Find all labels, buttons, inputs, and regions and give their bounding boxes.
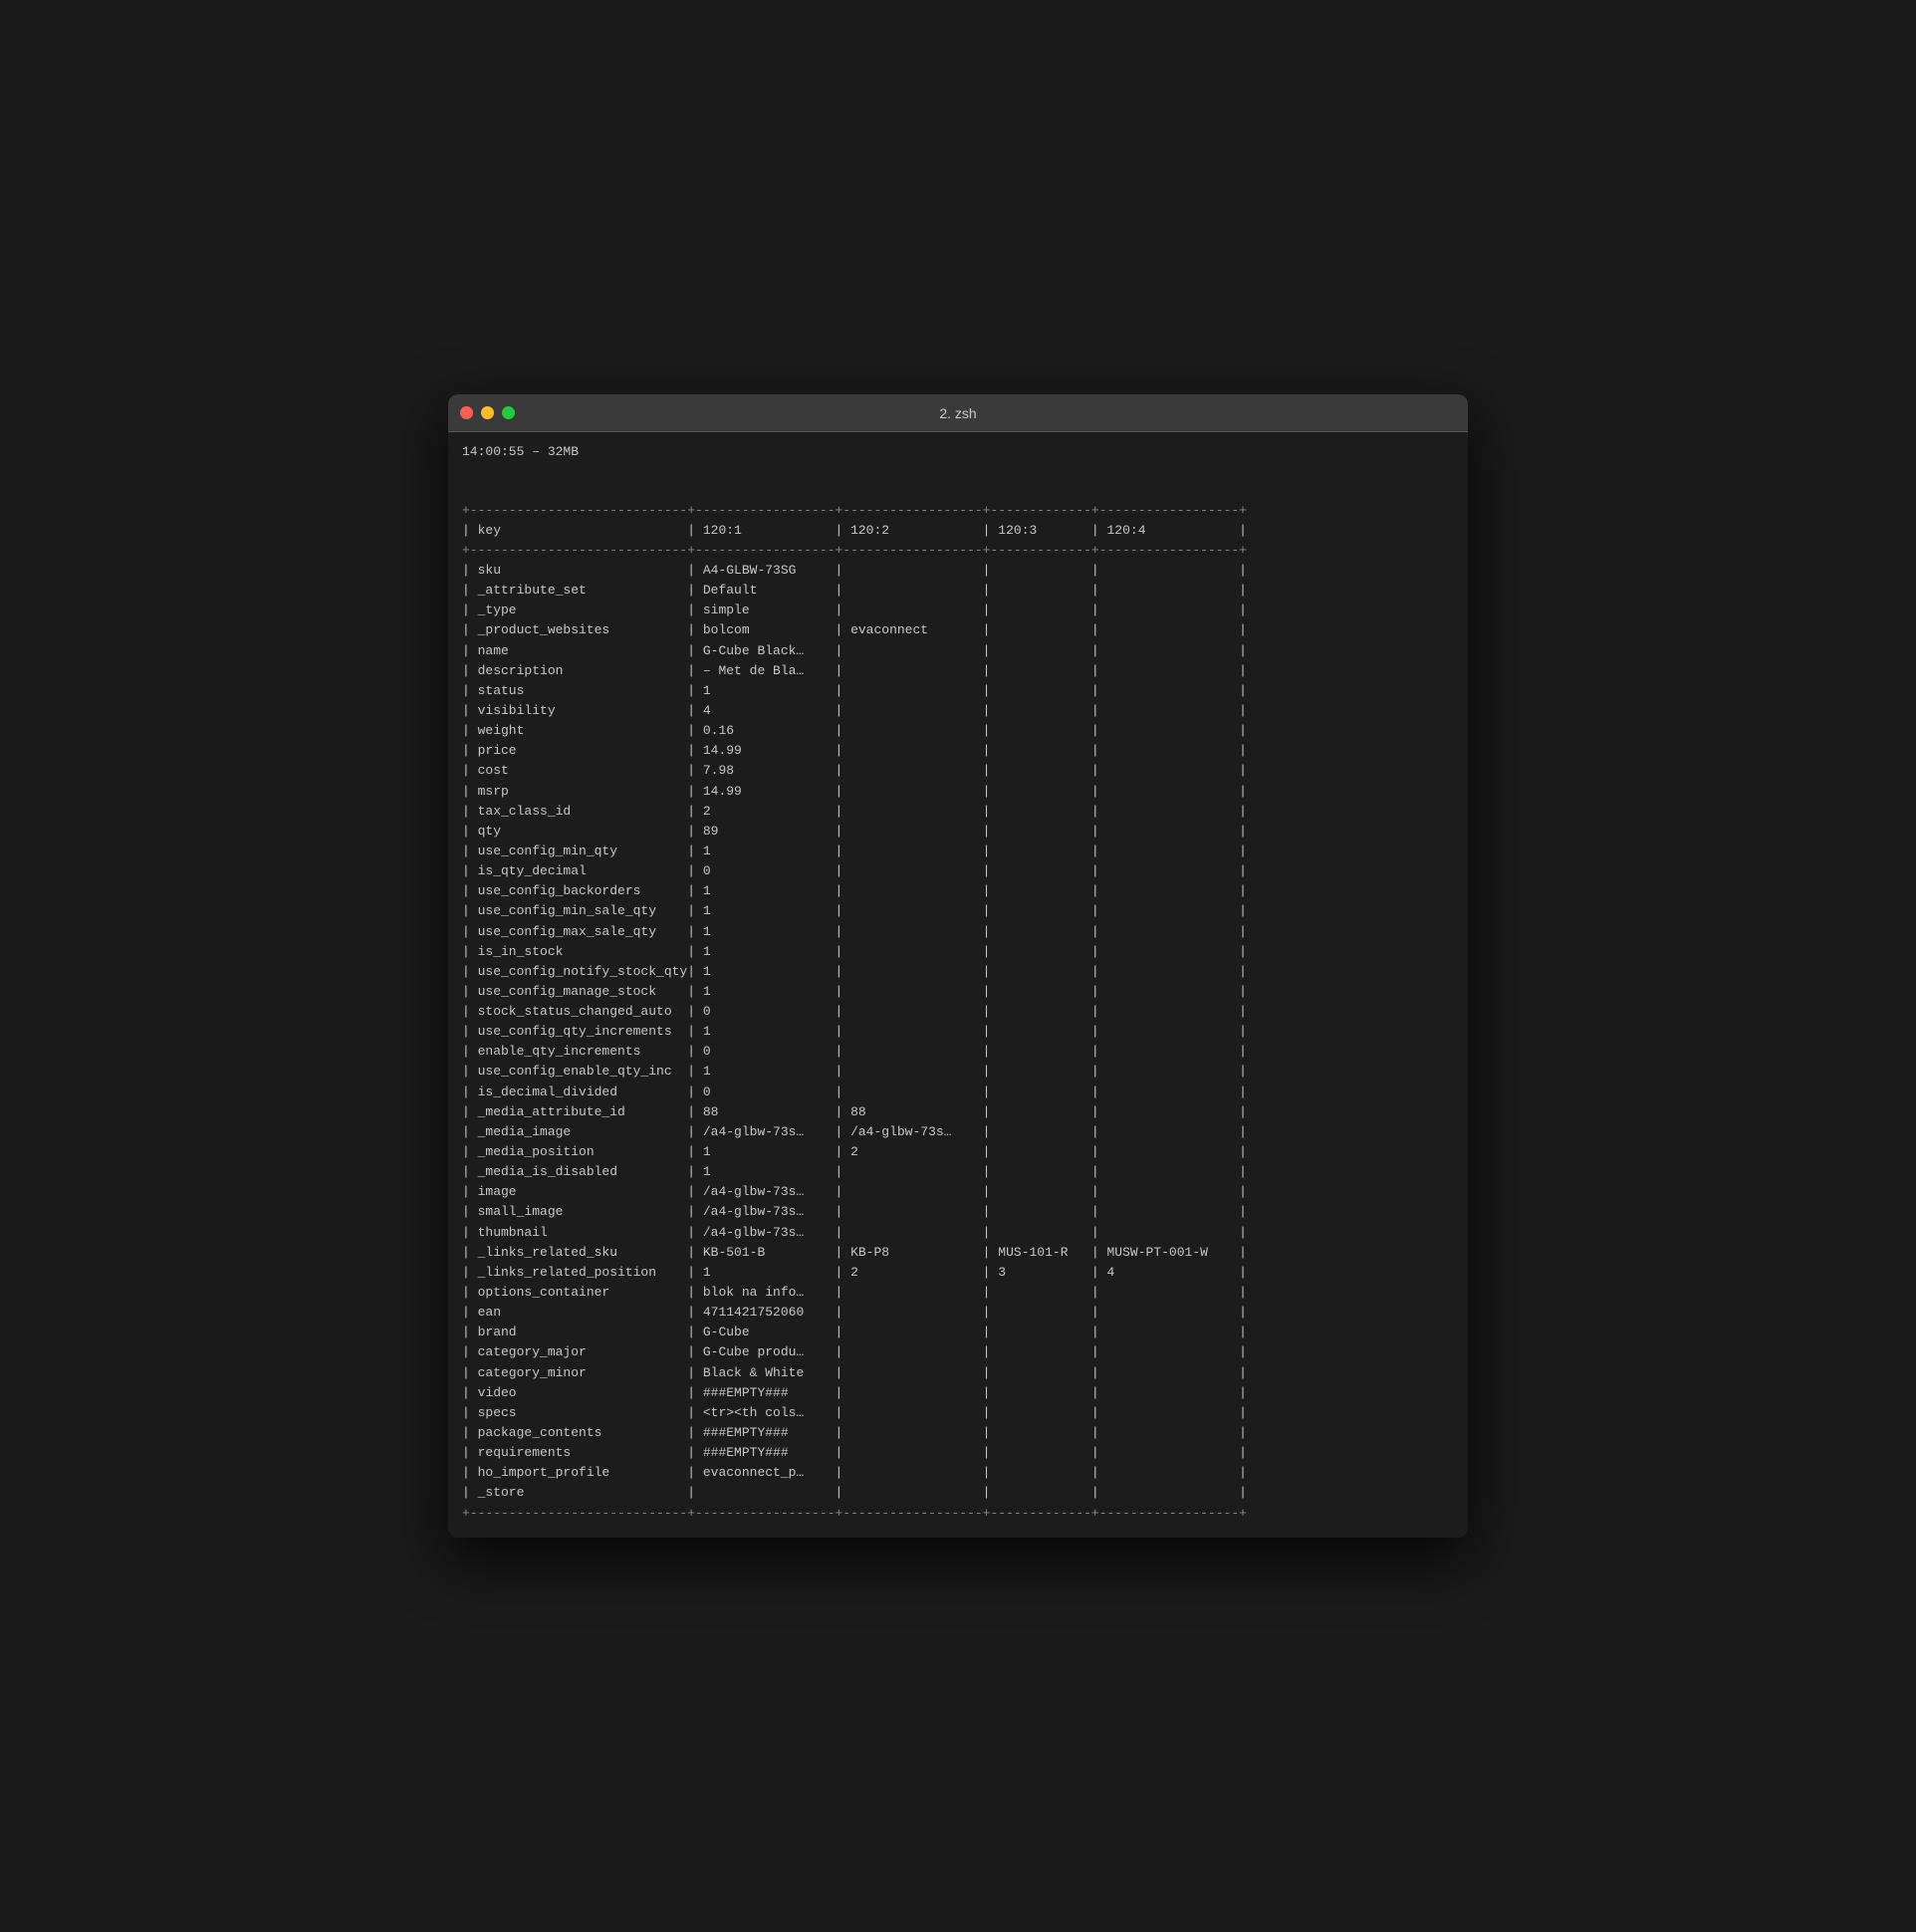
table-line: | use_config_min_sale_qty | 1 | | | | — [462, 901, 1454, 921]
table-line: | _attribute_set | Default | | | | — [462, 581, 1454, 601]
table-line: | sku | A4-GLBW-73SG | | | | — [462, 561, 1454, 581]
table-line: | _type | simple | | | | — [462, 601, 1454, 620]
table-line: | ean | 4711421752060 | | | | — [462, 1303, 1454, 1323]
table-line: +----------------------------+----------… — [462, 1504, 1454, 1524]
table-line: | use_config_manage_stock | 1 | | | | — [462, 982, 1454, 1002]
table-line: +----------------------------+----------… — [462, 541, 1454, 561]
minimize-button[interactable] — [481, 406, 494, 419]
table-line: | _product_websites | bolcom | evaconnec… — [462, 620, 1454, 640]
table-line: | _links_related_sku | KB-501-B | KB-P8 … — [462, 1243, 1454, 1263]
table-line: | use_config_notify_stock_qty| 1 | | | | — [462, 962, 1454, 982]
table-line: | options_container | blok na info… | | … — [462, 1283, 1454, 1303]
table-line: | qty | 89 | | | | — [462, 822, 1454, 842]
table-line: | thumbnail | /a4-glbw-73s… | | | | — [462, 1223, 1454, 1243]
table-line: | use_config_max_sale_qty | 1 | | | | — [462, 922, 1454, 942]
table-line: | video | ###EMPTY### | | | | — [462, 1383, 1454, 1403]
table-line: | msrp | 14.99 | | | | — [462, 782, 1454, 802]
table-line: | use_config_qty_increments | 1 | | | | — [462, 1022, 1454, 1042]
table-line: | _media_is_disabled | 1 | | | | — [462, 1162, 1454, 1182]
table-line: | specs | <tr><th cols… | | | | — [462, 1403, 1454, 1423]
window-title: 2. zsh — [939, 405, 976, 421]
table-line: | _media_position | 1 | 2 | | | — [462, 1142, 1454, 1162]
table-line: +----------------------------+----------… — [462, 501, 1454, 521]
table-line: | image | /a4-glbw-73s… | | | | — [462, 1182, 1454, 1202]
table-line: | visibility | 4 | | | | — [462, 701, 1454, 721]
table-line: | use_config_enable_qty_inc | 1 | | | | — [462, 1062, 1454, 1082]
terminal-body: 14:00:55 – 32MB +-----------------------… — [448, 432, 1468, 1537]
table-line: | description | – Met de Bla… | | | | — [462, 661, 1454, 681]
table-line: | ho_import_profile | evaconnect_p… | | … — [462, 1463, 1454, 1483]
table-line: | use_config_min_qty | 1 | | | | — [462, 842, 1454, 861]
status-line: 14:00:55 – 32MB — [462, 444, 579, 459]
table-line: | category_major | G-Cube produ… | | | | — [462, 1342, 1454, 1362]
table-line: | package_contents | ###EMPTY### | | | | — [462, 1423, 1454, 1443]
maximize-button[interactable] — [502, 406, 515, 419]
table-line: | stock_status_changed_auto | 0 | | | | — [462, 1002, 1454, 1022]
titlebar: 2. zsh — [448, 394, 1468, 432]
table-container: +----------------------------+----------… — [462, 460, 1454, 1523]
table-line: | status | 1 | | | | — [462, 681, 1454, 701]
table-line: | name | G-Cube Black… | | | | — [462, 641, 1454, 661]
traffic-lights[interactable] — [460, 406, 515, 419]
table-line: | is_decimal_divided | 0 | | | | — [462, 1083, 1454, 1102]
table-line: | _media_attribute_id | 88 | 88 | | | — [462, 1102, 1454, 1122]
table-line: | key | 120:1 | 120:2 | 120:3 | 120:4 | — [462, 521, 1454, 541]
table-line: | use_config_backorders | 1 | | | | — [462, 881, 1454, 901]
table-line: | tax_class_id | 2 | | | | — [462, 802, 1454, 822]
table-line: | brand | G-Cube | | | | — [462, 1323, 1454, 1342]
table-line: | cost | 7.98 | | | | — [462, 761, 1454, 781]
terminal-window: 2. zsh 14:00:55 – 32MB +----------------… — [448, 394, 1468, 1537]
table-line: | category_minor | Black & White | | | | — [462, 1363, 1454, 1383]
table-line: | enable_qty_increments | 0 | | | | — [462, 1042, 1454, 1062]
table-line: | price | 14.99 | | | | — [462, 741, 1454, 761]
table-line: | _store | | | | | — [462, 1483, 1454, 1503]
table-line: | _media_image | /a4-glbw-73s… | /a4-glb… — [462, 1122, 1454, 1142]
table-line: | _links_related_position | 1 | 2 | 3 | … — [462, 1263, 1454, 1283]
table-line: | is_qty_decimal | 0 | | | | — [462, 861, 1454, 881]
table-line: | weight | 0.16 | | | | — [462, 721, 1454, 741]
close-button[interactable] — [460, 406, 473, 419]
table-line: | small_image | /a4-glbw-73s… | | | | — [462, 1202, 1454, 1222]
table-line: | is_in_stock | 1 | | | | — [462, 942, 1454, 962]
table-line: | requirements | ###EMPTY### | | | | — [462, 1443, 1454, 1463]
